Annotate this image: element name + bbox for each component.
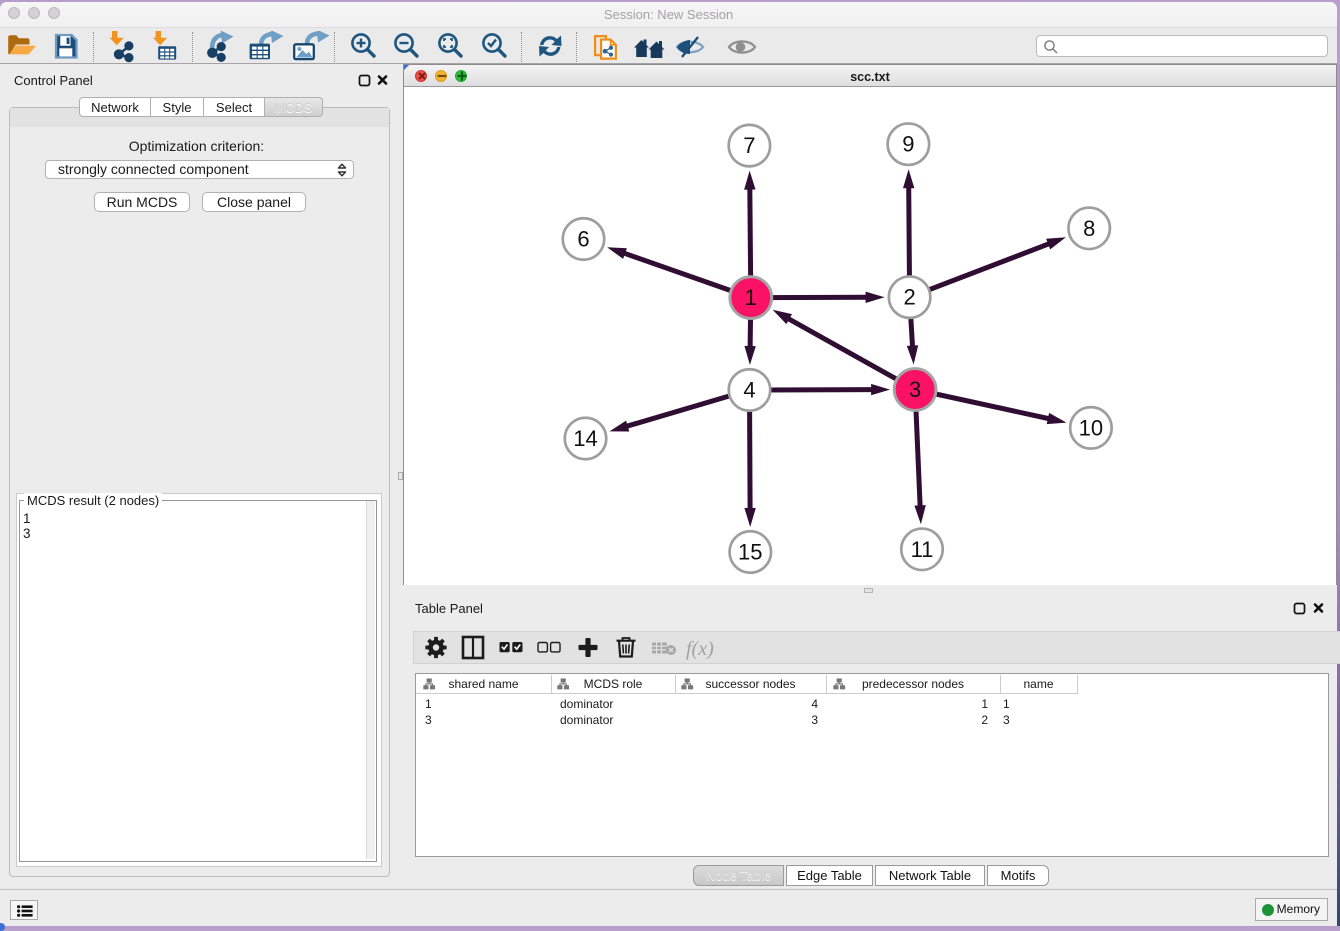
svg-text:10: 10 xyxy=(1079,415,1103,440)
svg-text:14: 14 xyxy=(573,426,597,451)
svg-text:f(x): f(x) xyxy=(686,638,714,660)
svg-text:3: 3 xyxy=(909,377,921,402)
svg-text:2: 2 xyxy=(903,285,915,310)
svg-text:1: 1 xyxy=(745,285,757,310)
svg-text:4: 4 xyxy=(743,378,755,403)
svg-text:8: 8 xyxy=(1083,216,1095,241)
svg-text:6: 6 xyxy=(577,227,589,252)
svg-text:11: 11 xyxy=(911,537,934,562)
svg-text:9: 9 xyxy=(902,132,914,157)
svg-text:15: 15 xyxy=(738,540,762,565)
svg-text:7: 7 xyxy=(743,133,755,158)
